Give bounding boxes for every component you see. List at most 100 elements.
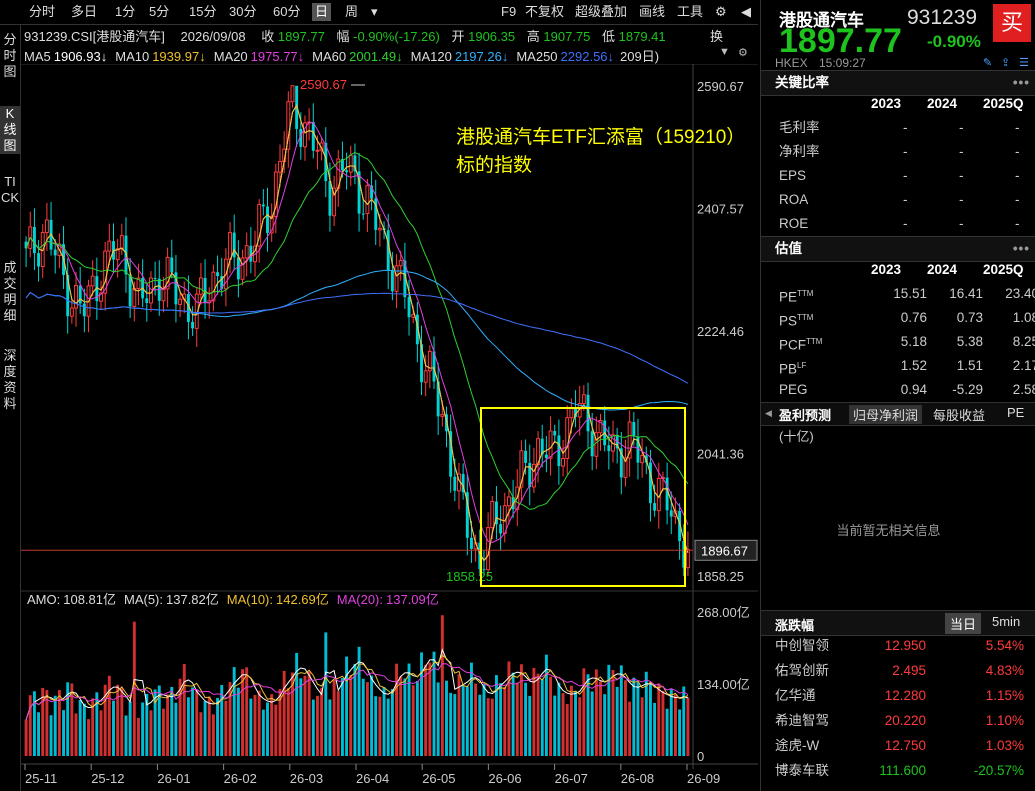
ma-value-1: 1939.97↓ xyxy=(152,49,206,64)
left-tab-4[interactable]: 深度资料 xyxy=(0,348,20,412)
volume-bar xyxy=(28,695,32,756)
ma-settings-icon[interactable]: ⚙ xyxy=(738,46,748,59)
volume-bar xyxy=(261,709,265,756)
period-4[interactable]: 15分 xyxy=(186,3,219,21)
volume-bar xyxy=(399,676,403,756)
mover-row[interactable]: 亿华通 12.280 1.15% xyxy=(761,684,1035,708)
candle-body xyxy=(191,321,195,329)
annotation-line2: 标的指数 xyxy=(456,155,533,176)
period-7[interactable]: 日 xyxy=(312,3,332,21)
change-value: -0.90%(-17.26) xyxy=(353,29,440,44)
volume-bar xyxy=(332,680,336,756)
quote-line: 931239.CSI[港股通汽车] 2026/09/08 收 1897.77 幅… xyxy=(24,26,666,45)
valuation-row: PEG 0.94 -5.29 2.58 xyxy=(761,378,1035,402)
volume-bar xyxy=(320,687,324,756)
mover-row[interactable]: 途虎-W 12.750 1.03% xyxy=(761,734,1035,758)
volume-bar xyxy=(345,656,349,756)
volume-bar xyxy=(203,701,207,756)
mover-row[interactable]: 博泰车联 111.600 -20.57% xyxy=(761,759,1035,783)
volume-bar xyxy=(216,697,220,756)
low-value: 1879.41 xyxy=(618,29,666,44)
period-5[interactable]: 30分 xyxy=(226,3,259,21)
close-value: 1897.77 xyxy=(277,29,325,44)
volume-bar xyxy=(112,700,115,756)
left-tab-2[interactable]: TICK xyxy=(0,174,20,206)
ratio-value: - xyxy=(959,192,964,207)
period-0[interactable]: 分时 xyxy=(26,3,58,21)
buy-button[interactable]: 买 xyxy=(993,4,1031,42)
mover-row[interactable]: 中创智领 12.950 5.54% xyxy=(761,634,1035,658)
close-label: 收 xyxy=(261,29,275,44)
candle-body xyxy=(440,413,445,417)
forecast-empty: 当前暂无相关信息 xyxy=(836,523,941,538)
valuation-value: 15.51 xyxy=(893,286,927,301)
candle-body xyxy=(328,181,332,216)
volume-bar xyxy=(494,675,498,756)
candle-body xyxy=(216,272,220,277)
forecast-tab-3[interactable]: PE xyxy=(1007,405,1024,420)
volume-header: AMO: 108.81亿 MA(5): 137.82亿 MA(10): 142.69亿 MA… xyxy=(27,592,439,607)
left-tab-0[interactable]: 分时图 xyxy=(0,32,20,80)
toolbar-item-0[interactable]: F9 xyxy=(498,3,519,21)
toolbar-item-4[interactable]: 工具 xyxy=(674,3,706,21)
period-dropdown-icon[interactable]: ▾ xyxy=(368,3,381,21)
movers-tab-today[interactable]: 当日 xyxy=(945,613,982,634)
movers-tab-5min[interactable]: 5min xyxy=(987,613,1025,630)
candle-body xyxy=(569,407,574,419)
valuation-sup: TTM xyxy=(797,313,814,322)
ma-line-60 xyxy=(25,151,689,510)
toolbar-item-2[interactable]: 超级叠加 xyxy=(572,3,630,21)
forecast-tab-2[interactable]: 每股收益 xyxy=(933,405,985,424)
volume-bar xyxy=(511,672,515,756)
ma-label-3: MA60 xyxy=(312,49,347,64)
candle-body xyxy=(240,257,245,280)
volume-bar xyxy=(249,698,253,756)
left-tab-1[interactable]: K线图 xyxy=(0,106,20,154)
volume-bar xyxy=(370,675,374,756)
ma-value-4: 2197.26↓ xyxy=(454,49,509,64)
x-tick-4: 26-03 xyxy=(290,771,323,786)
ratio-row: 毛利率 - - - xyxy=(761,116,1035,140)
ratio-value: - xyxy=(1015,192,1020,207)
ratio-name: EPS xyxy=(779,168,807,183)
movers-title: 涨跌幅 xyxy=(775,618,815,633)
volume-bar xyxy=(224,700,228,756)
ratio-value: - xyxy=(903,216,908,231)
price-tick-2: 2224.46 xyxy=(697,324,744,339)
volume-bar xyxy=(561,693,565,756)
volume-bar xyxy=(365,682,369,756)
volume-bar xyxy=(232,667,236,756)
more-icon[interactable]: ☰ xyxy=(1019,56,1029,69)
valuation-name-text: PE xyxy=(779,289,798,305)
toolbar-item-3[interactable]: 画线 xyxy=(636,3,668,21)
settings-icon[interactable]: ⚙ xyxy=(712,3,730,21)
volume-bar xyxy=(161,708,165,756)
volume-bar xyxy=(486,698,490,756)
forecast-tab-1[interactable]: 归母净利润 xyxy=(849,405,923,424)
ratio-name: ROA xyxy=(779,192,809,207)
period-8[interactable]: 周 xyxy=(342,3,361,21)
mover-row[interactable]: 希迪智驾 20.220 1.10% xyxy=(761,709,1035,733)
candle-body xyxy=(607,445,611,452)
volume-bar xyxy=(307,671,311,756)
mover-row[interactable]: 佑驾创新 2.495 4.83% xyxy=(761,659,1035,683)
volume-bar xyxy=(445,680,448,756)
ratio-row: ROE - - - xyxy=(761,212,1035,236)
collapse-panel-icon[interactable]: ◀ xyxy=(738,3,754,21)
volume-bar xyxy=(270,694,274,756)
left-tab-3[interactable]: 成交明细 xyxy=(0,260,20,324)
period-3[interactable]: 5分 xyxy=(146,3,172,21)
share-icon[interactable]: ⇪ xyxy=(1001,56,1010,69)
toolbar-item-1[interactable]: 不复权 xyxy=(522,3,567,21)
edit-icon[interactable]: ✎ xyxy=(983,56,992,69)
period-1[interactable]: 多日 xyxy=(68,3,100,21)
ma-dropdown-icon[interactable]: ▼ xyxy=(719,46,730,58)
volume-bar xyxy=(170,686,174,756)
period-2[interactable]: 1分 xyxy=(112,3,138,21)
valuation-name-text: PS xyxy=(779,313,798,329)
mover-price: 12.750 xyxy=(884,738,926,753)
forecast-tab-0[interactable]: 盈利预测 xyxy=(779,405,831,424)
forecast-collapse-icon[interactable]: ◀ xyxy=(765,408,772,419)
period-6[interactable]: 60分 xyxy=(270,3,303,21)
valuation-name: PEG xyxy=(779,378,808,402)
